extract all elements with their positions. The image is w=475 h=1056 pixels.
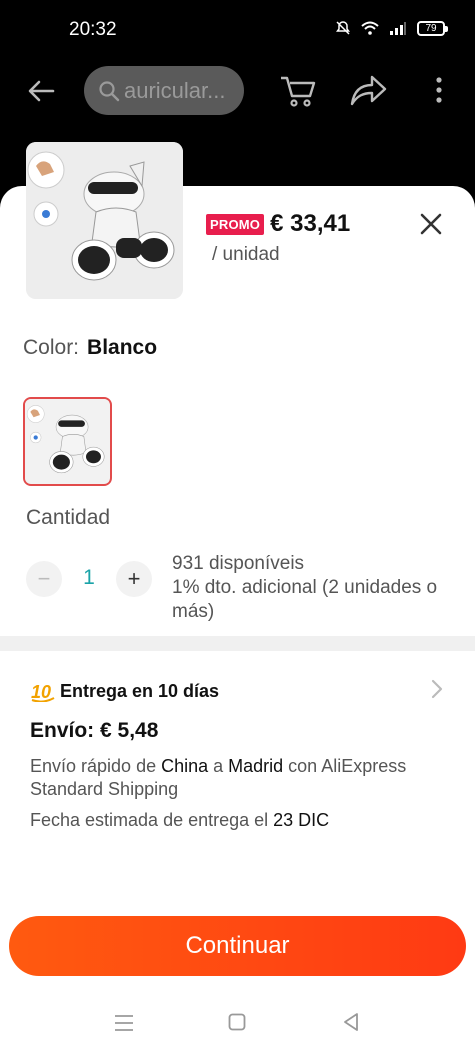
- price: € 33,41: [270, 210, 351, 237]
- status-time: 20:32: [69, 19, 117, 40]
- promo-badge: PROMO: [206, 213, 265, 235]
- delivery-title: Entrega en 10 días: [60, 680, 220, 701]
- signal-icon: [390, 22, 406, 35]
- shipping-desc-2: a: [208, 756, 229, 776]
- shipping-cost: Envío: € 5,48: [30, 719, 159, 742]
- product-image[interactable]: [26, 142, 183, 299]
- color-option-image: [25, 399, 109, 483]
- search-placeholder: auricular...: [124, 77, 226, 103]
- nav-home-icon[interactable]: [228, 1013, 246, 1031]
- color-label-text: Color:: [23, 336, 80, 359]
- quantity-increase-button[interactable]: +: [116, 561, 152, 597]
- delivery-date-prefix: Fecha estimada de entrega el: [30, 810, 274, 830]
- section-divider: [0, 636, 475, 651]
- quantity-label: Cantidad: [26, 506, 111, 529]
- robot-dog-image: [26, 142, 183, 299]
- share-icon[interactable]: [348, 72, 388, 108]
- search-input[interactable]: auricular...: [84, 66, 244, 115]
- bulk-discount: 1% dto. adicional (2 unidades o más): [172, 576, 438, 622]
- search-icon: [99, 80, 120, 101]
- nav-back-icon[interactable]: [341, 1012, 361, 1032]
- battery-level: 79: [425, 22, 437, 34]
- stock-info: 931 disponíveis 1% dto. adicional (2 uni…: [172, 552, 462, 623]
- delivery-header[interactable]: 10 Entrega en 10 días: [30, 680, 219, 702]
- ten-days-icon: 10: [31, 682, 55, 702]
- cart-icon[interactable]: [278, 70, 318, 110]
- status-bar: 20:32 79: [0, 0, 475, 58]
- color-option-blanco[interactable]: [23, 397, 112, 486]
- status-icons: 79: [335, 20, 448, 36]
- quantity-value[interactable]: 1: [80, 566, 98, 590]
- wifi-icon: [361, 21, 379, 35]
- color-selected: Blanco: [87, 336, 158, 359]
- delivery-date-value: 23 DIC: [273, 810, 330, 830]
- shipping-origin: China: [161, 756, 209, 776]
- battery-icon: 79: [417, 20, 448, 36]
- app-bar: auricular...: [0, 58, 475, 128]
- continue-button[interactable]: Continuar: [9, 916, 466, 976]
- quantity-decrease-button[interactable]: −: [26, 561, 62, 597]
- delivery-date: Fecha estimada de entrega el 23 DIC: [30, 810, 329, 831]
- more-vertical-icon[interactable]: [430, 74, 448, 106]
- color-label: Color: Blanco: [23, 336, 157, 360]
- system-nav-bar: [0, 996, 475, 1056]
- price-unit: / unidad: [212, 244, 280, 265]
- close-icon[interactable]: [417, 210, 445, 238]
- mute-icon: [336, 21, 350, 35]
- shipping-description: Envío rápido de China a Madrid con AliEx…: [30, 755, 450, 800]
- nav-menu-icon[interactable]: [114, 1014, 134, 1032]
- price-row: PROMO € 33,41: [206, 210, 350, 238]
- chevron-right-icon[interactable]: [430, 678, 444, 700]
- svg-text:10: 10: [31, 682, 51, 702]
- stock-available: 931 disponíveis: [172, 553, 305, 574]
- shipping-destination: Madrid: [228, 756, 284, 776]
- back-arrow-icon[interactable]: [25, 75, 57, 107]
- shipping-desc-1: Envío rápido de: [30, 756, 162, 776]
